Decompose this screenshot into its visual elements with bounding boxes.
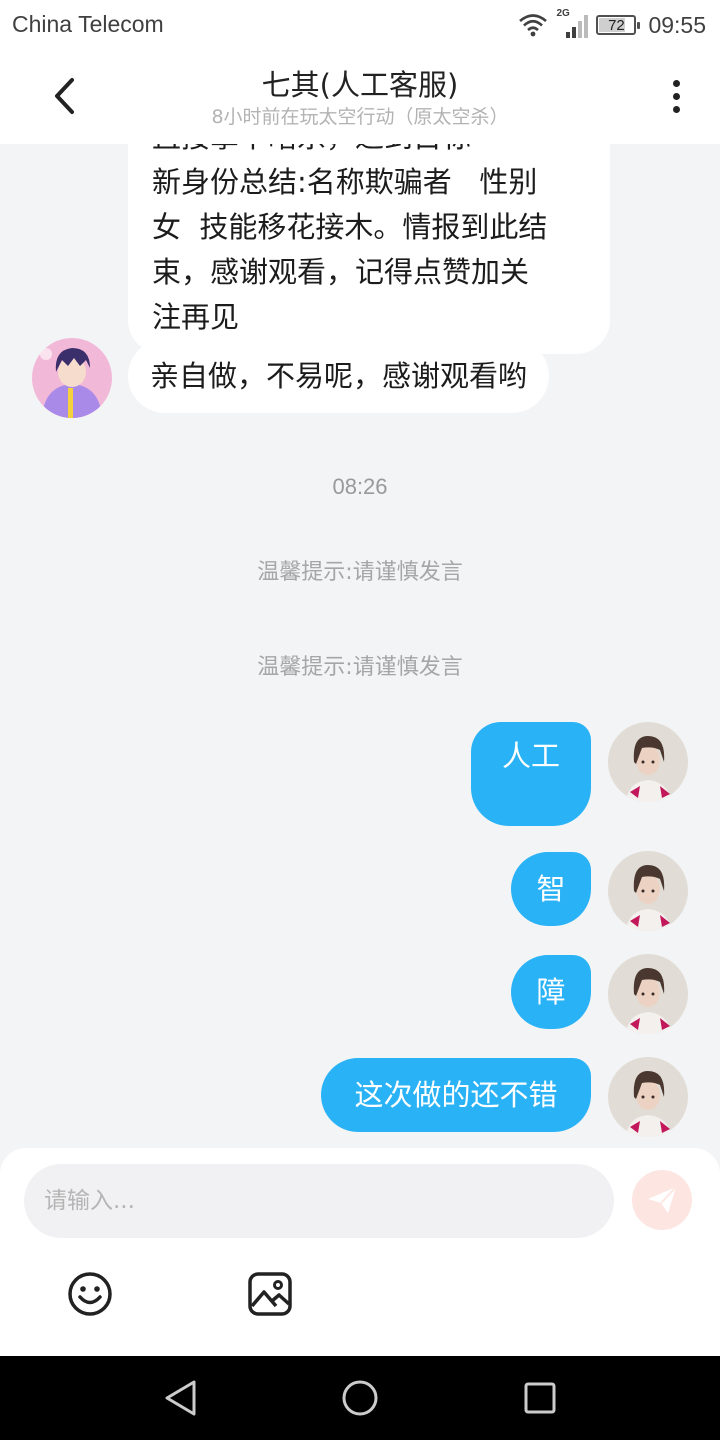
message-text: 这次做的还不错 — [354, 1078, 558, 1112]
square-recents-icon — [524, 1382, 556, 1414]
send-button[interactable] — [632, 1170, 692, 1230]
message-text: 障 — [536, 975, 566, 1009]
wifi-icon — [519, 14, 548, 37]
message-line: 女 技能移花接木。情报到此结 — [152, 210, 548, 244]
nav-recents-button[interactable] — [516, 1374, 564, 1422]
signal-indicator: 2G — [556, 8, 589, 38]
battery-icon: 72 — [596, 15, 641, 35]
nav-back-button[interactable] — [156, 1374, 204, 1422]
outgoing-message-bubble[interactable]: 这次做的还不错 — [321, 1058, 591, 1132]
message-composer — [0, 1148, 720, 1356]
status-time: 09:55 — [648, 11, 706, 38]
outgoing-message-bubble[interactable]: 障 — [511, 955, 591, 1029]
image-icon — [248, 1272, 292, 1316]
system-notice: 温馨提示:请谨慎发言 — [257, 560, 463, 585]
emoji-button[interactable] — [66, 1270, 114, 1318]
system-notice: 温馨提示:请谨慎发言 — [257, 655, 463, 680]
avatar-image — [608, 722, 688, 802]
contact-avatar[interactable] — [32, 338, 112, 418]
user-avatar[interactable] — [608, 1057, 688, 1137]
chat-header: 七其(人工客服) 8小时前在玩太空行动（原太空杀） — [0, 50, 720, 144]
status-bar: China Telecom 2G 72 09:55 — [0, 0, 720, 50]
nav-home-button[interactable] — [336, 1374, 384, 1422]
message-text: 人工 — [501, 739, 560, 773]
message-line: 直接拿下暗杀，达到目标 — [152, 144, 586, 160]
message-line: 束，感谢观看，记得点赞加关 — [152, 255, 530, 289]
chat-messages[interactable]: 直接拿下暗杀，达到目标 新身份总结:名称欺骗者 性别 女 技能移花接木。情报到此… — [0, 144, 720, 1148]
smiley-icon — [68, 1272, 112, 1316]
more-options-button[interactable] — [658, 76, 694, 116]
time-divider: 08:26 — [332, 474, 388, 499]
message-input[interactable] — [24, 1164, 614, 1238]
chat-subtitle: 8小时前在玩太空行动（原太空杀） — [211, 106, 509, 128]
send-icon — [648, 1186, 677, 1213]
triangle-back-icon — [165, 1380, 196, 1416]
carrier-name: China Telecom — [12, 11, 164, 37]
image-button[interactable] — [246, 1270, 294, 1318]
user-avatar[interactable] — [608, 722, 688, 802]
message-text: 智 — [536, 872, 566, 906]
battery-level: 72 — [608, 16, 625, 34]
more-vertical-icon — [672, 79, 680, 87]
chat-title: 七其(人工客服) — [261, 68, 459, 102]
outgoing-message-bubble[interactable]: 智 — [511, 852, 591, 926]
avatar-image — [608, 851, 688, 931]
user-avatar[interactable] — [608, 851, 688, 931]
message-line: 新身份总结:名称欺骗者 性别 — [152, 165, 538, 199]
status-icons: 2G 72 09:55 — [518, 8, 706, 42]
incoming-message-bubble[interactable]: 直接拿下暗杀，达到目标 新身份总结:名称欺骗者 性别 女 技能移花接木。情报到此… — [128, 144, 610, 354]
avatar-image — [32, 338, 112, 418]
avatar-image — [608, 1057, 688, 1137]
network-type: 2G — [556, 8, 570, 19]
avatar-image — [608, 954, 688, 1034]
system-navigation-bar — [0, 1356, 720, 1440]
outgoing-message-bubble[interactable]: 人工 — [471, 722, 591, 826]
user-avatar[interactable] — [608, 954, 688, 1034]
incoming-message-bubble[interactable]: 亲自做，不易呢，感谢观看哟 — [128, 339, 550, 413]
circle-home-icon — [342, 1380, 378, 1416]
message-line: 注再见 — [152, 300, 240, 334]
message-text: 亲自做，不易呢，感谢观看哟 — [150, 358, 528, 393]
